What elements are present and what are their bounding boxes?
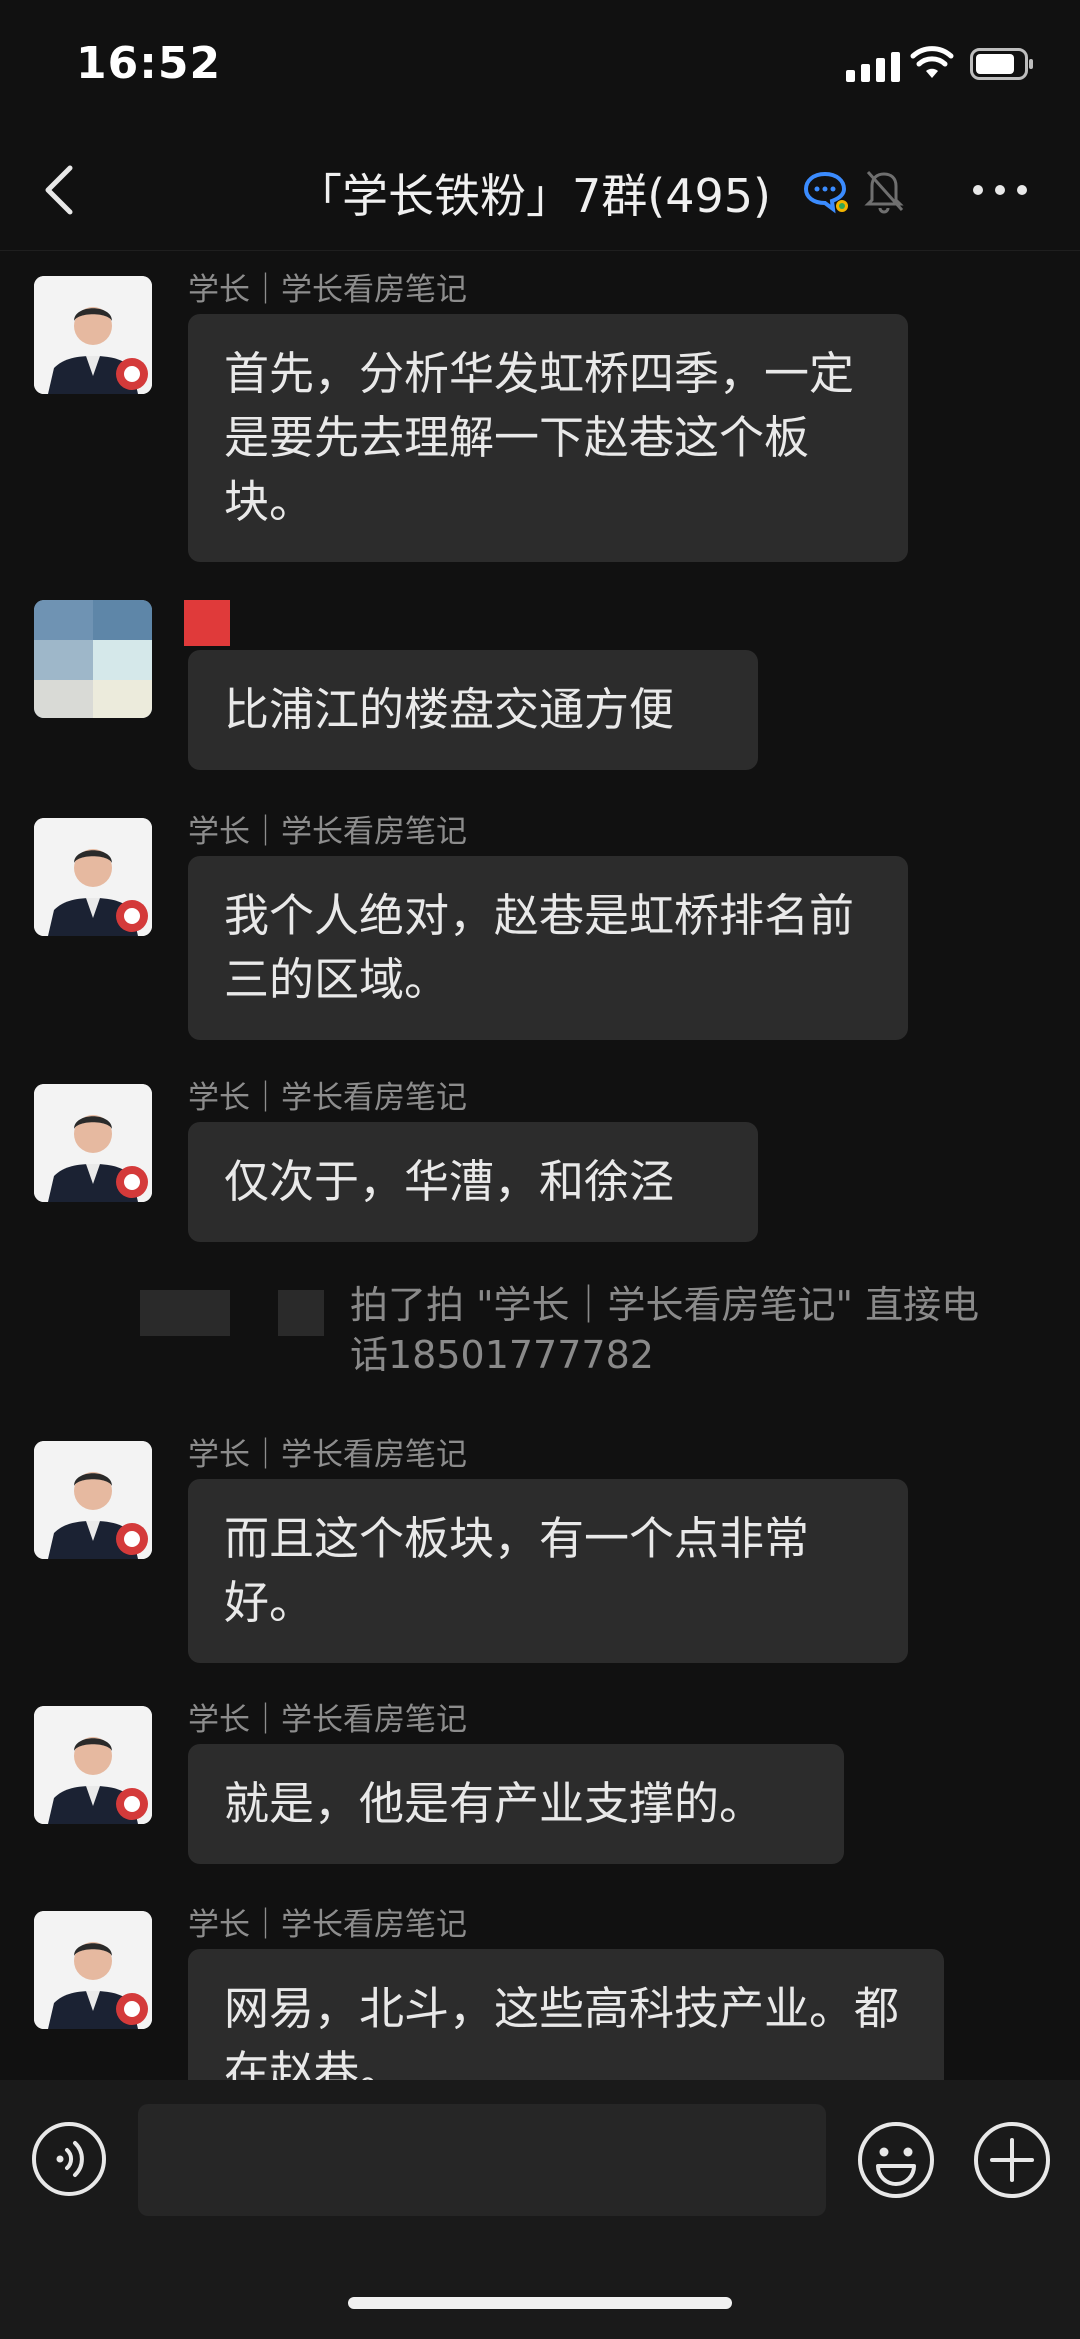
more-options-icon[interactable] [970,170,1030,210]
redacted-name [140,1290,230,1336]
chat-header: 「学长铁粉」7群(495) [0,130,1080,251]
sender-name: 学长｜学长看房笔记 [188,814,467,850]
message-bubble[interactable]: 比浦江的楼盘交通方便 [188,650,758,770]
status-bar: 16:52 [0,0,1080,130]
group-chat-icon [803,171,848,214]
pat-notice: 拍了拍 "学长｜学长看房笔记" 直接电话18501777782 [350,1283,980,1377]
message-bubble[interactable]: 而且这个板块，有一个点非常好。 [188,1479,908,1663]
battery-icon [970,48,1033,80]
avatar[interactable] [34,1441,152,1559]
avatar[interactable] [34,1084,152,1202]
message-bubble[interactable]: 就是，他是有产业支撑的。 [188,1744,844,1864]
avatar[interactable] [34,818,152,936]
voice-input-icon[interactable] [30,2120,108,2198]
sender-name: 学长｜学长看房笔记 [188,1907,467,1943]
plus-icon[interactable] [972,2120,1052,2200]
message-input[interactable] [138,2104,826,2216]
avatar[interactable] [34,1706,152,1824]
back-arrow-icon[interactable] [40,162,80,218]
mute-bell-icon [864,170,904,214]
emoji-icon[interactable] [856,2120,936,2200]
sender-badge [184,600,230,646]
message-list[interactable]: 学长｜学长看房笔记 首先，分析华发虹桥四季，一定是要先去理解一下赵巷这个板块。 … [0,250,1080,2080]
sender-name: 学长｜学长看房笔记 [188,1080,467,1116]
avatar[interactable] [34,1911,152,2029]
redacted-name [278,1290,324,1336]
sender-name: 学长｜学长看房笔记 [188,272,467,308]
message-bubble[interactable]: 我个人绝对，赵巷是虹桥排名前三的区域。 [188,856,908,1040]
status-time: 16:52 [76,38,222,89]
avatar[interactable] [34,276,152,394]
wifi-icon [910,46,954,78]
message-bubble[interactable]: 网易，北斗，这些高科技产业。都在赵巷。 [188,1949,944,2080]
chat-title: 「学长铁粉」7群(495) [296,169,771,223]
cellular-signal-icon [846,52,900,82]
sender-name: 学长｜学长看房笔记 [188,1702,467,1738]
message-bubble[interactable]: 首先，分析华发虹桥四季，一定是要先去理解一下赵巷这个板块。 [188,314,908,562]
avatar[interactable] [34,600,152,718]
home-indicator [348,2297,732,2309]
message-bubble[interactable]: 仅次于，华漕，和徐泾 [188,1122,758,1242]
system-message: 拍了拍 "学长｜学长看房笔记" 直接电话18501777782 [0,1280,1080,1390]
sender-name: 学长｜学长看房笔记 [188,1437,467,1473]
